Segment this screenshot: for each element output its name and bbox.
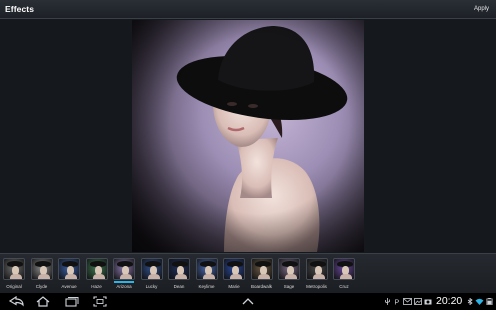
effect-preview-image [195, 258, 218, 280]
wifi-icon [475, 298, 484, 305]
effect-thumb-marie[interactable]: Marie [222, 258, 246, 292]
effect-thumb-avenue[interactable]: Avenue [57, 258, 81, 292]
preview-body [147, 274, 160, 279]
effect-label: Clyde [35, 284, 48, 289]
effect-preview-image [3, 258, 25, 280]
selection-indicator [59, 281, 79, 283]
selection-indicator [114, 281, 134, 283]
effect-label: Keylime [198, 284, 215, 289]
screenshot-icon[interactable] [92, 296, 108, 307]
effect-preview-image [250, 258, 273, 280]
effect-label: Metropolis [306, 284, 327, 289]
selection-indicator [4, 281, 24, 283]
chevron-up-icon[interactable] [240, 296, 256, 307]
effect-thumb-metropolis[interactable]: Metropolis [305, 258, 329, 292]
usb-icon [385, 298, 390, 305]
selection-indicator [279, 281, 299, 283]
selection-indicator [169, 281, 189, 283]
effect-preview-image [140, 258, 163, 280]
preview-body [340, 274, 352, 279]
effect-preview-image [168, 258, 190, 280]
effect-label: Boardwalk [250, 284, 272, 289]
camera-icon [424, 299, 432, 305]
effect-thumb-boardwalk[interactable]: Boardwalk [250, 258, 274, 292]
effects-filmstrip: Original Clyde Avenue Haze Arizona Lucky Dean K… [0, 253, 496, 293]
effect-preview-image [333, 258, 355, 280]
preview-body [92, 274, 105, 279]
effect-preview-image [30, 258, 53, 280]
image-icon [414, 298, 422, 305]
effect-thumb-dean[interactable]: Dean [167, 258, 191, 292]
preview-body [175, 274, 187, 279]
effect-thumb-clyde[interactable]: Clyde [30, 258, 54, 292]
portrait-image [132, 20, 364, 252]
preview-body [120, 274, 132, 279]
editor-canvas [0, 19, 496, 253]
home-icon[interactable] [35, 296, 51, 307]
effect-thumb-keylime[interactable]: Keylime [195, 258, 219, 292]
back-arrow-icon[interactable] [8, 296, 24, 307]
battery-icon [486, 298, 493, 305]
effect-label: Haze [91, 284, 102, 289]
preview-body [230, 274, 242, 279]
photo-preview [132, 20, 364, 252]
selection-indicator [307, 281, 327, 283]
effect-preview-image [278, 258, 300, 280]
effect-thumb-haze[interactable]: Haze [85, 258, 109, 292]
selection-indicator [334, 281, 354, 283]
effect-label: Cruz [339, 284, 349, 289]
page-title: Effects [5, 4, 35, 14]
mail-icon [403, 298, 412, 305]
effect-thumb-sage[interactable]: Sage [277, 258, 301, 292]
effect-label: Sage [283, 284, 295, 289]
effect-preview-image [305, 258, 328, 280]
effect-thumb-lucky[interactable]: Lucky [140, 258, 164, 292]
action-bar: Effects Apply [0, 0, 496, 19]
effect-thumb-original[interactable]: Original [2, 258, 26, 292]
effect-preview-image [58, 258, 80, 280]
effect-label: Dean [173, 284, 185, 289]
parking-icon: P [395, 300, 400, 306]
preview-body [65, 274, 77, 279]
effect-label: Lucky [145, 284, 158, 289]
effect-label: Arizona [116, 284, 132, 289]
preview-body [285, 274, 297, 279]
effect-thumb-arizona[interactable]: Arizona [112, 258, 136, 292]
preview-body [202, 274, 215, 279]
effect-thumb-cruz[interactable]: Cruz [332, 258, 356, 292]
effect-preview-image [85, 258, 108, 280]
preview-body [312, 274, 325, 279]
system-nav-bar: P 20:20 [0, 293, 496, 310]
recent-apps-icon[interactable] [64, 296, 80, 307]
selection-indicator [224, 281, 244, 283]
effect-label: Marie [228, 284, 240, 289]
effect-preview-image [223, 258, 245, 280]
selection-indicator [197, 281, 217, 283]
effect-label: Original [6, 284, 22, 289]
effect-preview-image [113, 258, 135, 280]
clock: 20:20 [436, 295, 463, 307]
selection-indicator [142, 281, 162, 283]
bluetooth-icon [467, 298, 473, 305]
preview-body [10, 274, 22, 279]
selection-indicator [32, 281, 52, 283]
apply-button[interactable]: Apply [474, 6, 489, 12]
svg-text:P: P [395, 300, 400, 306]
preview-body [37, 274, 50, 279]
selection-indicator [87, 281, 107, 283]
effect-label: Avenue [61, 284, 77, 289]
preview-body [257, 274, 270, 279]
selection-indicator [252, 281, 272, 283]
